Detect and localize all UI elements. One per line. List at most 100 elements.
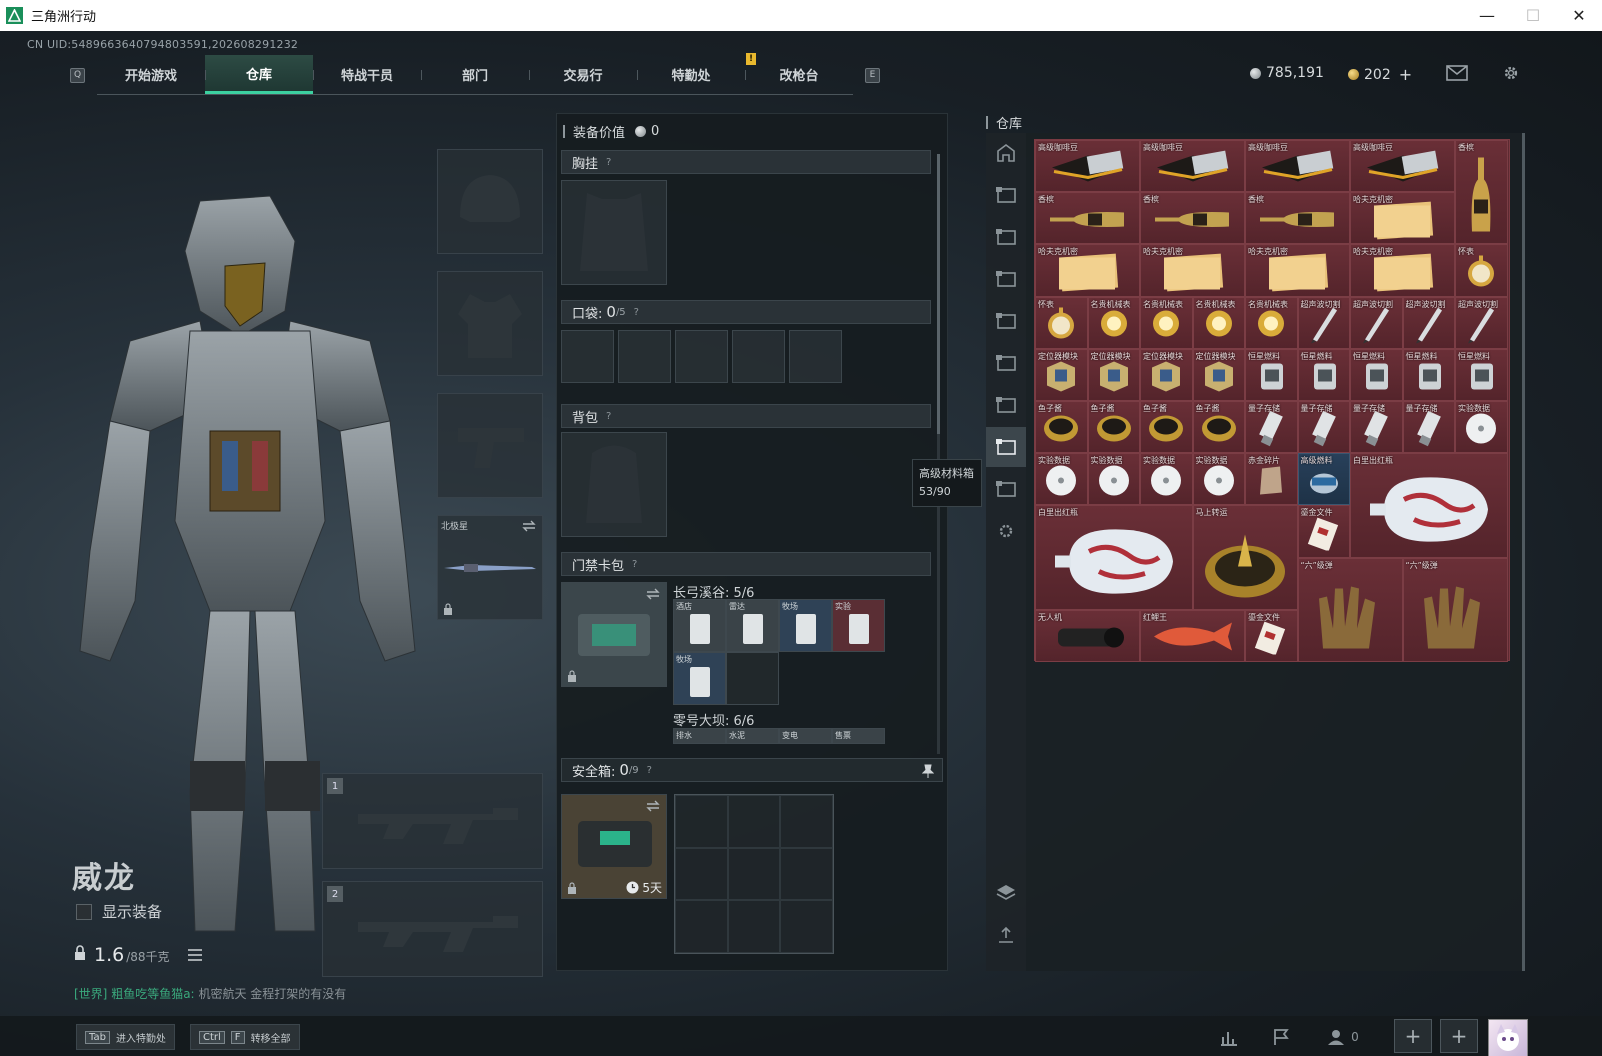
warehouse-item[interactable]: 实验数据 [1035, 453, 1088, 506]
keycard-empty-slot[interactable] [726, 652, 779, 705]
equipment-scroll-thumb[interactable] [937, 154, 940, 434]
warehouse-item[interactable]: 哈夫克机密 [1245, 244, 1350, 297]
warehouse-item[interactable]: 鱼子酱 [1140, 401, 1193, 454]
warehouse-item[interactable]: 怀表 [1455, 244, 1508, 297]
warehouse-item[interactable]: 哈夫克机密 [1035, 244, 1140, 297]
warehouse-page-3-tab-icon[interactable] [986, 259, 1026, 299]
warehouse-item[interactable]: 实验数据 [1455, 401, 1508, 454]
enter-special-ops-button[interactable]: Tab 进入特勤处 [76, 1024, 175, 1050]
warehouse-item[interactable]: 定位器模块 [1140, 348, 1193, 401]
warehouse-item[interactable]: 实验数据 [1140, 453, 1193, 506]
flag-icon[interactable] [1266, 1022, 1296, 1052]
warehouse-page-2-tab-icon[interactable] [986, 217, 1026, 257]
warehouse-item[interactable]: 量子存储 [1350, 401, 1403, 454]
warehouse-item[interactable]: 鱼子酱 [1087, 401, 1140, 454]
warehouse-page-1-tab-icon[interactable] [986, 175, 1026, 215]
warehouse-item[interactable]: 鎏金文件 [1297, 505, 1350, 558]
warehouse-item[interactable]: 量子存储 [1297, 401, 1350, 454]
pocket-slot[interactable] [789, 330, 842, 383]
invite-slot-1-plus-icon[interactable]: + [1394, 1019, 1432, 1053]
keycard-item[interactable]: 变电 [779, 728, 832, 744]
layers-icon[interactable] [986, 873, 1026, 913]
settings-gear-icon[interactable] [1500, 64, 1522, 82]
warehouse-item[interactable]: 怀表 [1035, 296, 1088, 349]
stats-chart-icon[interactable] [1214, 1022, 1244, 1052]
show-equipment-checkbox[interactable] [76, 903, 92, 920]
warehouse-grid[interactable]: 高级咖啡豆 高级咖啡豆 高级咖啡豆 高级咖啡豆 香槟 香槟 香槟 香槟 哈夫克机密 哈夫克机密 哈夫… [1034, 139, 1510, 662]
primary-weapon-slot[interactable]: 1 [322, 773, 543, 869]
world-chat-line[interactable]: [世界] 粗鱼吃等鱼猫a: 机密航天 金程打架的有没有 [74, 985, 346, 1002]
warehouse-item[interactable]: 超声波切割 [1297, 296, 1350, 349]
invite-slot-2-plus-icon[interactable]: + [1440, 1019, 1478, 1053]
swap-icon[interactable] [646, 800, 660, 812]
warehouse-item[interactable]: 高级咖啡豆 [1140, 140, 1245, 193]
warehouse-item[interactable]: 名贵机械表 [1245, 296, 1298, 349]
backpack-slot[interactable] [561, 432, 667, 537]
warehouse-item[interactable]: 白里出红瓶 [1350, 453, 1508, 558]
warehouse-item[interactable]: 名贵机械表 [1140, 296, 1193, 349]
warehouse-item[interactable]: 高级咖啡豆 [1350, 140, 1455, 193]
chest-rig-slot[interactable] [561, 180, 667, 285]
nav-prev-key[interactable]: Q [70, 67, 85, 83]
warehouse-item[interactable]: 恒星燃料 [1245, 348, 1298, 401]
keycard-item[interactable]: 雷达 [726, 599, 779, 652]
warehouse-item[interactable]: 超声波切割 [1402, 296, 1455, 349]
warehouse-item[interactable]: 恒星燃料 [1350, 348, 1403, 401]
tab-start-game[interactable]: 开始游戏 [97, 55, 205, 94]
warehouse-item[interactable]: 定位器模块 [1087, 348, 1140, 401]
warehouse-item[interactable]: 香槟 [1140, 192, 1245, 245]
warehouse-page-7-tab-icon[interactable] [986, 427, 1026, 467]
player-avatar[interactable] [1488, 1019, 1528, 1056]
tab-warehouse[interactable]: 仓库 [205, 55, 313, 94]
help-icon[interactable]: ? [634, 307, 639, 318]
warehouse-item[interactable]: 无人机 [1035, 609, 1140, 662]
minimize-button[interactable]: — [1464, 0, 1510, 31]
show-equipment-toggle[interactable]: 显示装备 [76, 901, 162, 922]
pocket-slot[interactable] [732, 330, 785, 383]
warehouse-item[interactable]: 超声波切割 [1350, 296, 1403, 349]
mail-icon[interactable] [1446, 64, 1468, 82]
warehouse-item[interactable]: 名贵机械表 [1192, 296, 1245, 349]
warehouse-item[interactable]: 量子存储 [1402, 401, 1455, 454]
warehouse-item[interactable]: 鱼子酱 [1192, 401, 1245, 454]
warehouse-page-5-tab-icon[interactable] [986, 343, 1026, 383]
friends-indicator[interactable]: 0 [1318, 1022, 1368, 1052]
armor-slot[interactable] [437, 271, 543, 376]
warehouse-item[interactable]: 恒星燃料 [1297, 348, 1350, 401]
warehouse-item[interactable]: 香槟 [1035, 192, 1140, 245]
warehouse-item[interactable]: 哈夫克机密 [1350, 244, 1455, 297]
warehouse-home-tab-icon[interactable] [986, 133, 1026, 173]
warehouse-item[interactable]: 量子存储 [1245, 401, 1298, 454]
keycard-item[interactable]: 排水 [673, 728, 726, 744]
warehouse-item[interactable]: 超声波切割 [1455, 296, 1508, 349]
warehouse-item[interactable]: 白里出红瓶 [1035, 505, 1193, 610]
close-button[interactable]: ✕ [1556, 0, 1602, 31]
safe-box-grid[interactable] [674, 794, 834, 954]
warehouse-page-8-tab-icon[interactable] [986, 469, 1026, 509]
warehouse-item[interactable]: 香槟 [1455, 140, 1508, 245]
warehouse-item[interactable]: 实验数据 [1087, 453, 1140, 506]
transfer-all-button[interactable]: Ctrl F 转移全部 [190, 1024, 300, 1050]
warehouse-item[interactable]: 鱼子酱 [1035, 401, 1088, 454]
warehouse-item[interactable]: 恒星燃料 [1402, 348, 1455, 401]
warehouse-item[interactable]: 高级燃料 [1297, 453, 1350, 506]
pocket-slot[interactable] [675, 330, 728, 383]
sidearm-slot[interactable] [437, 393, 543, 498]
help-icon[interactable]: ? [632, 559, 637, 570]
tab-special-ops[interactable]: 特勤处 [637, 55, 745, 94]
keycard-case-slot[interactable] [561, 582, 667, 687]
warehouse-item[interactable]: 高级咖啡豆 [1245, 140, 1350, 193]
pocket-slot[interactable] [561, 330, 614, 383]
warehouse-item[interactable]: 赤金碎片 [1245, 453, 1298, 506]
tab-market[interactable]: 交易行 [529, 55, 637, 94]
warehouse-item[interactable]: 实验数据 [1192, 453, 1245, 506]
maximize-button[interactable]: ☐ [1510, 0, 1556, 31]
warehouse-item[interactable]: 红鲤王 [1140, 609, 1245, 662]
warehouse-item[interactable]: 哈夫克机密 [1350, 192, 1455, 245]
keycard-item[interactable]: 牧场 [779, 599, 832, 652]
warehouse-item[interactable]: 定位器模块 [1192, 348, 1245, 401]
warehouse-item[interactable]: 定位器模块 [1035, 348, 1088, 401]
tab-gunsmith[interactable]: 改枪台 [745, 55, 853, 94]
warehouse-item[interactable]: 高级咖啡豆 [1035, 140, 1140, 193]
keycard-item[interactable]: 水泥 [726, 728, 779, 744]
